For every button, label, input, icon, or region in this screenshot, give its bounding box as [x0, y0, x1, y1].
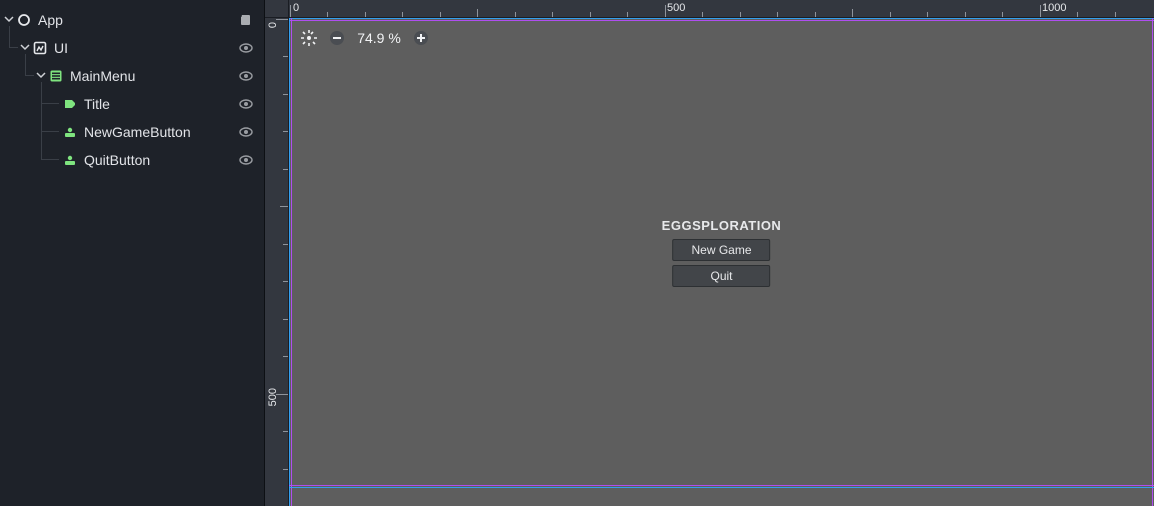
- tree-node-app[interactable]: App: [0, 6, 264, 34]
- preview-newgame-button[interactable]: New Game: [673, 239, 771, 261]
- visibility-toggle-icon[interactable]: [238, 40, 254, 56]
- zoom-out-icon[interactable]: [327, 28, 347, 48]
- preview-mainmenu: EGGSPLORATION New Game Quit: [662, 218, 782, 287]
- tree-node-quitbutton[interactable]: QuitButton: [0, 146, 264, 174]
- script-icon[interactable]: [238, 12, 254, 28]
- center-view-icon[interactable]: [299, 28, 319, 48]
- node-label: App: [38, 12, 238, 28]
- tree-node-newgamebutton[interactable]: NewGameButton: [0, 118, 264, 146]
- scene-tree-panel: App UI: [0, 0, 265, 506]
- preview-title-label: EGGSPLORATION: [662, 218, 782, 233]
- zoom-in-icon[interactable]: [411, 28, 431, 48]
- tree-node-mainmenu[interactable]: MainMenu: [0, 62, 264, 90]
- node-label: QuitButton: [84, 152, 238, 168]
- node-icon: [16, 12, 32, 28]
- caret-icon[interactable]: [34, 70, 48, 80]
- ruler-corner: [265, 0, 289, 18]
- tree-node-title[interactable]: Title: [0, 90, 264, 118]
- ruler-top[interactable]: 0 500 1000: [289, 0, 1154, 18]
- visibility-toggle-icon[interactable]: [238, 96, 254, 112]
- ruler-label: 0: [267, 22, 279, 28]
- ruler-left[interactable]: 0 500: [265, 18, 289, 506]
- viewport-panel: 0 500 1000: [265, 0, 1154, 506]
- ruler-label: 0: [293, 2, 299, 14]
- canvas-2d-viewport[interactable]: 74.9 % EGGSPLORATION New Game Quit: [289, 18, 1154, 506]
- ruler-label: 1000: [1042, 2, 1066, 14]
- visibility-toggle-icon[interactable]: [238, 68, 254, 84]
- node-label: MainMenu: [70, 68, 238, 84]
- node-label: Title: [84, 96, 238, 112]
- caret-icon[interactable]: [2, 14, 16, 24]
- button-icon: [62, 124, 78, 140]
- preview-quit-label: Quit: [710, 269, 732, 283]
- visibility-toggle-icon[interactable]: [238, 124, 254, 140]
- zoom-level[interactable]: 74.9 %: [355, 30, 403, 46]
- ruler-label: 500: [267, 388, 279, 406]
- visibility-toggle-icon[interactable]: [238, 152, 254, 168]
- zoom-toolbar: 74.9 %: [299, 28, 431, 48]
- app-root: App UI: [0, 0, 1154, 506]
- preview-quit-button[interactable]: Quit: [673, 265, 771, 287]
- tree-node-ui[interactable]: UI: [0, 34, 264, 62]
- preview-newgame-label: New Game: [691, 243, 751, 257]
- vbox-container-icon: [48, 68, 64, 84]
- caret-icon[interactable]: [18, 42, 32, 52]
- node-label: UI: [54, 40, 238, 56]
- ruler-label: 500: [667, 2, 685, 14]
- canvas-layer-icon: [32, 40, 48, 56]
- label-icon: [62, 96, 78, 112]
- button-icon: [62, 152, 78, 168]
- node-label: NewGameButton: [84, 124, 238, 140]
